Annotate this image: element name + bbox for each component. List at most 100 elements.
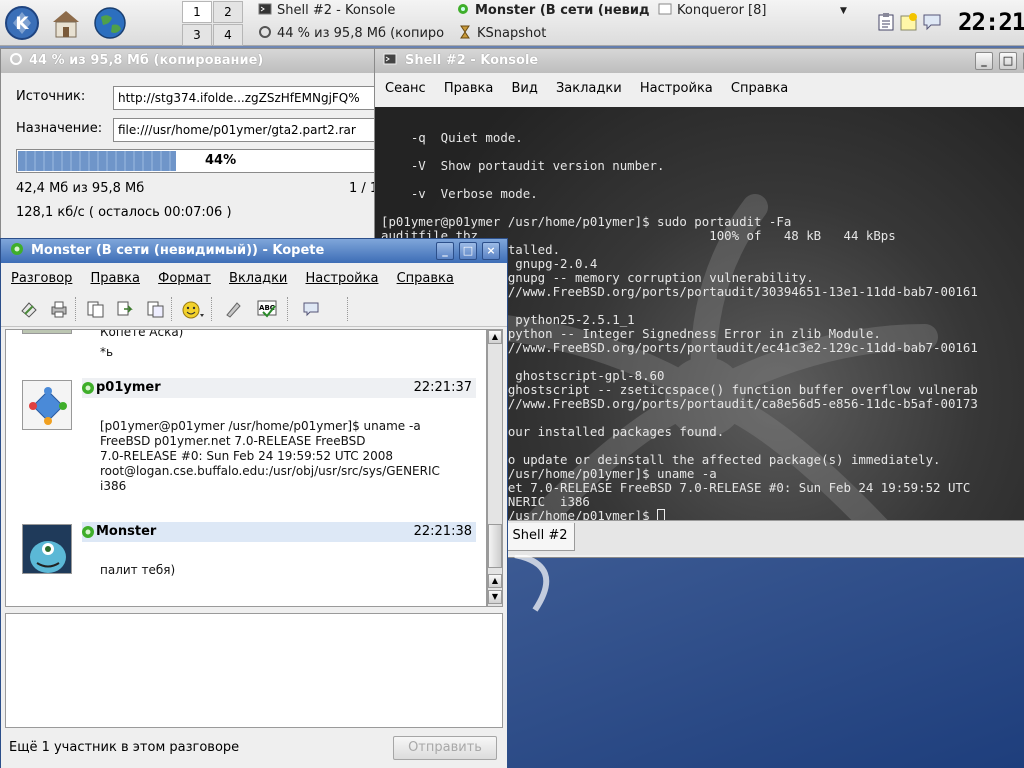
- online-status-icon: [80, 524, 96, 540]
- download-progress-window: 44 % из 95,8 Мб (копирование) Источник: …: [0, 48, 380, 248]
- menu-view[interactable]: Вид: [511, 81, 537, 96]
- terminal-cursor: [657, 509, 666, 520]
- print-icon[interactable]: [49, 299, 69, 319]
- task-konqueror[interactable]: Konqueror [8] ▼: [658, 0, 854, 22]
- toolbar-separator: [211, 297, 213, 321]
- source-label: Источник:: [16, 89, 86, 104]
- message-body: палит тебя): [100, 563, 176, 577]
- menu-help[interactable]: Справка: [731, 81, 788, 96]
- terminal-line: [p01ymer@p01ymer /usr/home/p01ymer]$ sud…: [381, 214, 792, 229]
- avatar: [22, 330, 72, 334]
- download-icon: [258, 25, 272, 39]
- message-sender: Monster: [96, 524, 157, 539]
- task-download[interactable]: 44 % из 95,8 Мб (копиро: [258, 23, 454, 45]
- cut-icon[interactable]: [85, 299, 105, 319]
- message-body: [p01ymer@p01ymer /usr/home/p01ymer]$ una…: [100, 419, 440, 493]
- task-ksnapshot[interactable]: KSnapshot: [458, 23, 654, 45]
- terminal-icon: [383, 51, 397, 65]
- scroll-up-button[interactable]: ▲: [488, 330, 502, 344]
- pager-desktop-4[interactable]: 4: [213, 24, 243, 46]
- toolbar-separator: [171, 297, 173, 321]
- previous-message-text: *ь: [100, 345, 114, 359]
- clock[interactable]: 22:21: [958, 4, 1024, 40]
- maximize-button[interactable]: □: [459, 242, 477, 260]
- previous-message-text: Копете Аска): [100, 329, 184, 339]
- toolbar-separator: [287, 297, 289, 321]
- avatar-monster: [22, 524, 72, 574]
- chat-bubble-icon[interactable]: [301, 299, 321, 319]
- maximize-button[interactable]: □: [999, 52, 1017, 70]
- menu-chat[interactable]: Разговор: [11, 271, 72, 286]
- menu-format[interactable]: Формат: [158, 271, 211, 286]
- chevron-down-icon[interactable]: ▼: [840, 0, 847, 22]
- menu-session[interactable]: Сеанс: [385, 81, 426, 96]
- clipboard-icon[interactable]: [876, 12, 896, 32]
- destination-label: Назначение:: [16, 121, 103, 136]
- send-button[interactable]: Отправить: [393, 736, 497, 760]
- tab-shell-2[interactable]: Shell #2: [505, 523, 575, 551]
- pencil-icon[interactable]: [223, 299, 243, 319]
- minimize-button[interactable]: _: [975, 52, 993, 70]
- kde-menu-icon[interactable]: K: [4, 5, 40, 41]
- menu-settings[interactable]: Настройка: [306, 271, 379, 286]
- kopete-titlebar[interactable]: Monster (В сети (невидимый)) - Kopete _ …: [1, 239, 507, 263]
- online-status-icon: [80, 380, 96, 396]
- task-konsole[interactable]: Shell #2 - Konsole: [258, 0, 454, 22]
- kicker-panel: K 1 2 3 4 Shell #2 - Konsole Monster (В …: [0, 0, 1024, 46]
- konsole-titlebar[interactable]: Shell #2 - Konsole _ □ ×: [375, 49, 1024, 73]
- toolbar-separator: [347, 297, 349, 321]
- menu-settings[interactable]: Настройка: [640, 81, 713, 96]
- smiley-icon[interactable]: [181, 299, 204, 319]
- download-titlebar[interactable]: 44 % из 95,8 Мб (копирование): [1, 49, 379, 73]
- scroll-thumb[interactable]: [488, 524, 502, 568]
- chat-scrollbar[interactable]: ▲ ▲ ▼: [487, 329, 503, 607]
- download-icon: [9, 51, 23, 65]
- speed-text: 128,1 кб/с ( осталось 00:07:06 ): [16, 205, 232, 220]
- chat-history[interactable]: Копете Аска) *ь p01ymer 22:21:37 [p01yme…: [5, 329, 487, 607]
- message-header: p01ymer 22:21:37: [82, 378, 476, 398]
- menu-bookmarks[interactable]: Закладки: [556, 81, 622, 96]
- kopete-icon: [456, 2, 470, 16]
- spellcheck-icon[interactable]: ABC: [257, 299, 277, 319]
- terminal-line: -q Quiet mode.: [381, 130, 523, 145]
- kopete-icon: [9, 241, 25, 257]
- close-button[interactable]: ×: [482, 242, 500, 260]
- konsole-menubar: Сеанс Правка Вид Закладки Настройка Спра…: [375, 77, 1024, 101]
- pager-desktop-2[interactable]: 2: [213, 1, 243, 23]
- web-browser-icon[interactable]: [92, 5, 128, 41]
- svg-text:K: K: [15, 14, 29, 34]
- kopete-chat-window: Monster (В сети (невидимый)) - Kopete _ …: [0, 238, 508, 768]
- destination-field[interactable]: file:///usr/home/p01ymer/gta2.part2.rar: [113, 118, 379, 142]
- terminal-icon: [258, 2, 272, 16]
- kopete-toolbar: ABC: [1, 291, 507, 327]
- scroll-up-button[interactable]: ▲: [488, 574, 502, 588]
- scroll-down-button[interactable]: ▼: [488, 590, 502, 604]
- window-title: 44 % из 95,8 Мб (копирование): [29, 53, 264, 68]
- menu-tabs[interactable]: Вкладки: [229, 271, 287, 286]
- source-field[interactable]: http://stg374.ifolde...zgZSzHfEMNgjFQ%: [113, 86, 379, 110]
- konqueror-icon: [658, 2, 672, 16]
- task-kopete[interactable]: Monster (В сети (невид: [456, 0, 652, 22]
- paste-icon[interactable]: [145, 299, 165, 319]
- notes-icon[interactable]: [899, 12, 919, 32]
- menu-help[interactable]: Справка: [397, 271, 454, 286]
- menu-edit[interactable]: Правка: [444, 81, 493, 96]
- pager-desktop-1[interactable]: 1: [182, 1, 212, 23]
- desktop-decoration: [514, 555, 550, 612]
- message-time: 22:21:38: [413, 524, 472, 539]
- copy-icon[interactable]: [115, 299, 135, 319]
- send-file-icon[interactable]: [19, 299, 39, 319]
- size-text: 42,4 Мб из 95,8 Мб: [16, 181, 145, 196]
- ksnapshot-icon: [458, 25, 472, 39]
- chat-tray-icon[interactable]: [922, 12, 942, 32]
- minimize-button[interactable]: _: [436, 242, 454, 260]
- menu-edit[interactable]: Правка: [91, 271, 140, 286]
- pager-desktop-3[interactable]: 3: [182, 24, 212, 46]
- window-title: Shell #2 - Konsole: [405, 53, 539, 68]
- terminal-line: -v Verbose mode.: [381, 186, 538, 201]
- message-input[interactable]: [5, 613, 503, 728]
- home-folder-icon[interactable]: [48, 5, 84, 41]
- message-time: 22:21:37: [413, 380, 472, 395]
